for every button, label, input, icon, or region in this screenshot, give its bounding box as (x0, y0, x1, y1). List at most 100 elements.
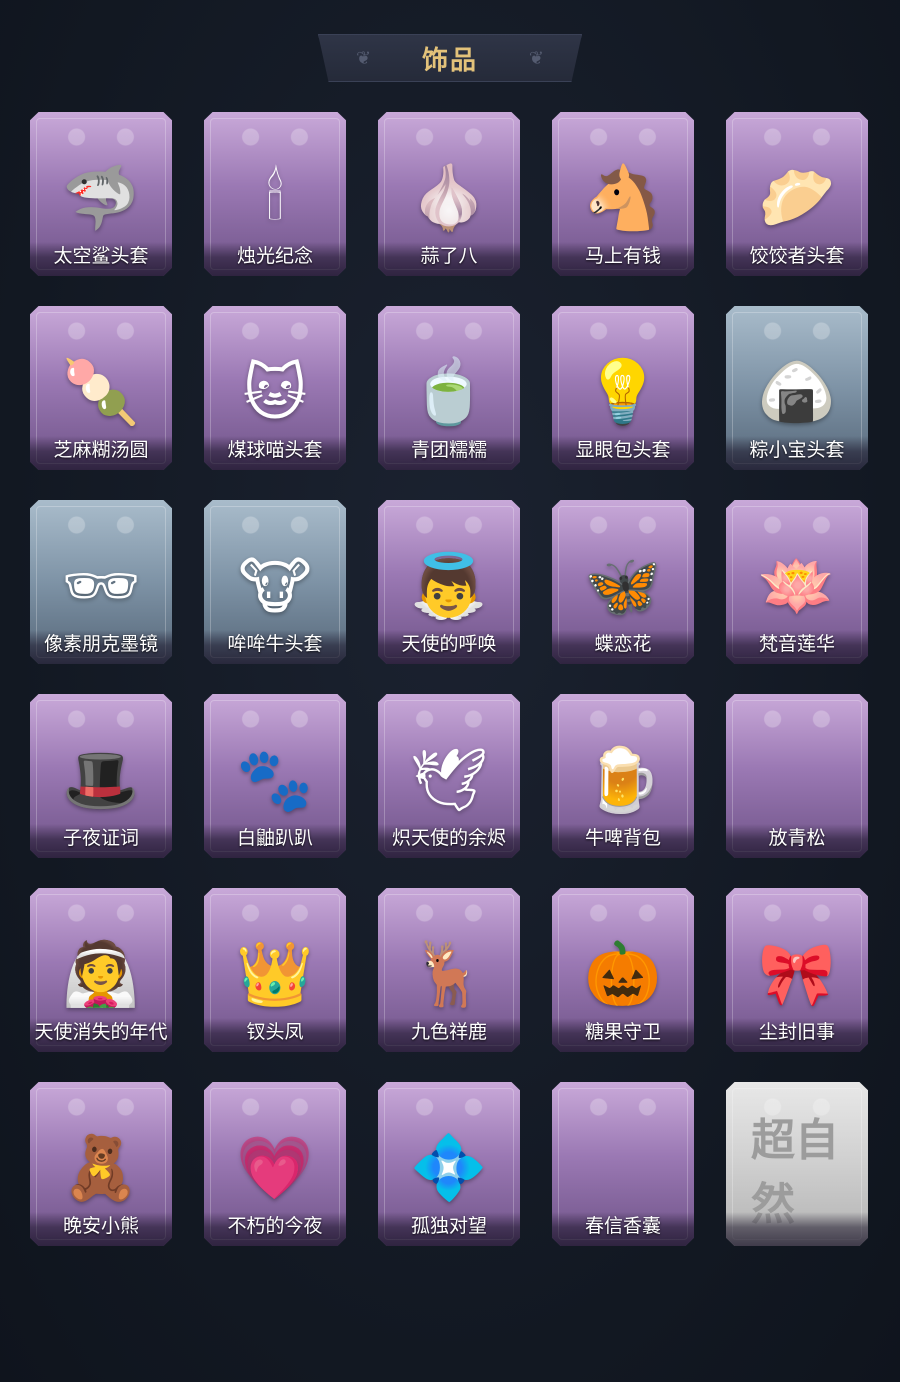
cat-head-icon: 🐱 (242, 355, 308, 429)
accessory-card[interactable]: 🐾 白鼬趴趴 (204, 694, 346, 858)
card-ornament (736, 510, 858, 540)
accessory-name: 粽小宝头套 (749, 439, 845, 461)
card-ornament (562, 898, 684, 928)
accessory-card[interactable]: 🐱 煤球喵头套 (204, 306, 346, 470)
card-ornament (40, 316, 162, 346)
accessory-card[interactable]: 🕊 炽天使的余烬 (378, 694, 520, 858)
accessory-card[interactable]: 👑 钗头凤 (204, 888, 346, 1052)
accessory-card[interactable]: 👼 天使的呼唤 (378, 500, 520, 664)
accessory-name: 放青松 (768, 827, 826, 849)
accessory-card[interactable]: 🕯 烛光纪念 (204, 112, 346, 276)
accessory-card[interactable]: 🐴 马上有钱 (552, 112, 694, 276)
empty-slot-icon (577, 1122, 669, 1214)
accessory-card[interactable]: 💠 孤独对望 (378, 1082, 520, 1246)
pixel-sunglasses-icon: 🕶 (61, 548, 141, 622)
card-ornament (40, 704, 162, 734)
card-ornament (40, 122, 162, 152)
card-ornament (388, 898, 510, 928)
accessory-card[interactable]: 👰 天使消失的年代 (30, 888, 172, 1052)
pumpkin-icon: 🎃 (584, 936, 662, 1010)
accessory-name: 牛啤背包 (584, 827, 661, 849)
card-ornament (736, 898, 858, 928)
accessory-card[interactable]: 🍺 牛啤背包 (552, 694, 694, 858)
label-backdrop (726, 1212, 868, 1246)
accessory-card[interactable]: 🍵 青团糯糯 (378, 306, 520, 470)
accessory-name: 晚安小熊 (62, 1215, 139, 1237)
chaoziran-logo-icon: 超自然 (751, 1114, 839, 1230)
seraph-doll-icon: 🕊 (409, 742, 489, 816)
card-ornament (388, 510, 510, 540)
card-ornament (40, 1092, 162, 1122)
bear-icon: 🧸 (62, 1130, 140, 1204)
accessory-name: 芝麻糊汤圆 (53, 439, 149, 461)
accessory-card[interactable]: 🐮 哞哞牛头套 (204, 500, 346, 664)
zongzi-icon: 🍙 (758, 354, 836, 428)
accessory-name: 孤独对望 (410, 1215, 487, 1237)
ferret-icon: 🐾 (236, 742, 314, 816)
card-ornament (562, 122, 684, 152)
beer-barrel-icon: 🍺 (584, 742, 662, 816)
accessory-name: 蒜了八 (420, 245, 478, 267)
accessory-card[interactable]: 🧸 晚安小熊 (30, 1082, 172, 1246)
accessory-card[interactable]: 超自然 (726, 1082, 868, 1246)
accessory-name: 太空鲨头套 (53, 245, 149, 267)
accessory-name: 梵音莲华 (758, 633, 835, 655)
accessories-page: ❦ 饰品 ❦ 🦈 太空鲨头套 🕯 烛光纪念 🧄 蒜了八 🐴 马上有钱 🥟 饺饺者头套 🍡 芝麻糊汤圆 🐱… (0, 0, 900, 1382)
accessory-name: 青团糯糯 (410, 439, 487, 461)
card-ornament (214, 898, 336, 928)
accessory-name: 子夜证词 (62, 827, 139, 849)
accessory-card[interactable]: 🍙 粽小宝头套 (726, 306, 868, 470)
card-ornament (40, 510, 162, 540)
accessory-card[interactable]: 🦋 蝶恋花 (552, 500, 694, 664)
green-bun-icon: 🍵 (410, 354, 488, 428)
accessory-card[interactable]: 🎀 尘封旧事 (726, 888, 868, 1052)
card-ornament (388, 316, 510, 346)
accessory-name: 煤球喵头套 (227, 439, 323, 461)
card-ornament (214, 1092, 336, 1122)
accessory-name: 尘封旧事 (758, 1021, 835, 1043)
gentleman-doll-icon: 🎀 (758, 936, 836, 1010)
lady-charm-icon: 💠 (410, 1130, 488, 1204)
accessory-card[interactable]: 🍡 芝麻糊汤圆 (30, 306, 172, 470)
angel-doll-icon: 👼 (410, 548, 488, 622)
accessory-card[interactable]: 🎃 糖果守卫 (552, 888, 694, 1052)
card-ornament (736, 704, 858, 734)
card-ornament (214, 510, 336, 540)
accessory-name: 马上有钱 (584, 245, 661, 267)
accessory-name: 春信香囊 (584, 1215, 661, 1237)
card-ornament (562, 1092, 684, 1122)
card-ornament (388, 704, 510, 734)
pink-cat-bowl-icon: 💗 (236, 1130, 314, 1204)
plague-doctor-icon: 🎩 (62, 742, 140, 816)
accessory-card[interactable]: 放青松 (726, 694, 868, 858)
accessory-name: 钗头凤 (246, 1021, 304, 1043)
accessory-card[interactable]: 🥟 饺饺者头套 (726, 112, 868, 276)
card-ornament (214, 122, 336, 152)
accessory-card[interactable]: 🎩 子夜证词 (30, 694, 172, 858)
card-ornament (736, 316, 858, 346)
lightbulb-icon: 💡 (584, 354, 662, 428)
accessory-card[interactable]: 🦌 九色祥鹿 (378, 888, 520, 1052)
accessory-card[interactable]: 💡 显眼包头套 (552, 306, 694, 470)
card-ornament (562, 704, 684, 734)
accessory-name: 饺饺者头套 (749, 245, 845, 267)
accessory-card[interactable]: 🧄 蒜了八 (378, 112, 520, 276)
accessory-name: 哞哞牛头套 (227, 633, 323, 655)
phoenix-crown-icon: 👑 (236, 936, 314, 1010)
accessory-grid: 🦈 太空鲨头套 🕯 烛光纪念 🧄 蒜了八 🐴 马上有钱 🥟 饺饺者头套 🍡 芝麻糊汤圆 🐱 煤球喵头套 🍵 青… (30, 112, 870, 1246)
accessory-card[interactable]: 🦈 太空鲨头套 (30, 112, 172, 276)
accessory-name: 白鼬趴趴 (236, 827, 313, 849)
accessory-name: 蝶恋花 (594, 633, 652, 655)
horse-head-icon: 🐴 (584, 160, 662, 234)
card-ornament (562, 510, 684, 540)
rice-ball-icon: 🍡 (62, 354, 140, 428)
banner-ornament-left-icon: ❦ (356, 48, 372, 69)
accessory-card[interactable]: 🪷 梵音莲华 (726, 500, 868, 664)
accessory-card[interactable]: 🕶 像素朋克墨镜 (30, 500, 172, 664)
page-title: 饰品 (421, 45, 478, 76)
accessory-name: 不朽的今夜 (227, 1215, 323, 1237)
accessory-card[interactable]: 💗 不朽的今夜 (204, 1082, 346, 1246)
garlic-icon: 🧄 (410, 160, 488, 234)
accessory-card[interactable]: 春信香囊 (552, 1082, 694, 1246)
card-ornament (388, 122, 510, 152)
